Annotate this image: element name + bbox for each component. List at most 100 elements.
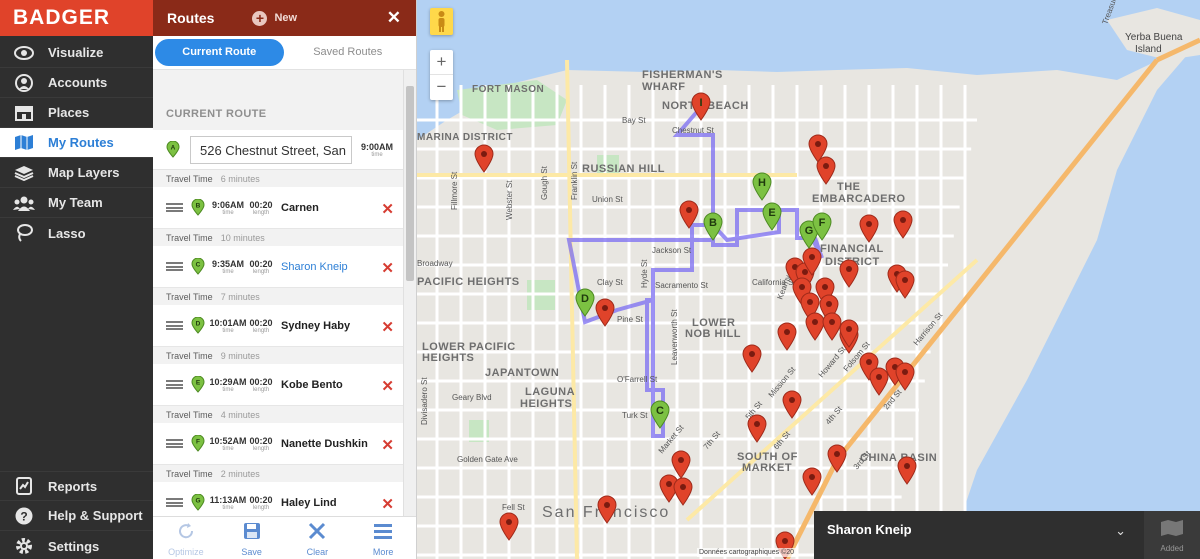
menu-icon (374, 524, 393, 539)
drag-handle-icon[interactable] (166, 203, 183, 212)
zoom-out-button[interactable]: − (430, 75, 453, 100)
nav-item-settings[interactable]: Settings (0, 531, 153, 559)
route-list[interactable]: CURRENT ROUTE A 526 Chestnut Street, San… (153, 70, 404, 516)
stop-length: 00:20 length (247, 436, 275, 452)
map-label: MARKET (742, 462, 792, 474)
map-label: Golden Gate Ave (457, 455, 518, 464)
remove-stop-icon[interactable]: ✕ (381, 436, 394, 454)
routes-panel: Routes + New ✕ Current Route Saved Route… (153, 0, 417, 559)
save-label: Save (241, 547, 262, 557)
nav-item-visualize[interactable]: Visualize (0, 38, 153, 68)
svg-text:?: ? (20, 509, 27, 523)
nav-item-map-layers[interactable]: Map Layers (0, 158, 153, 188)
nav-item-accounts[interactable]: Accounts (0, 68, 153, 98)
street-view-pegman[interactable] (430, 8, 453, 35)
stop-name: Nanette Dushkin (281, 437, 368, 450)
more-label: More (372, 547, 394, 557)
nav-item-lasso[interactable]: Lasso (0, 218, 153, 248)
nav-item-my-routes[interactable]: My Routes (0, 128, 153, 158)
drag-handle-icon[interactable] (166, 498, 183, 507)
map-label: Chestnut St (672, 126, 715, 135)
map-label: Geary Blvd (452, 393, 492, 402)
route-stop-row[interactable]: F 10:52AM time 00:20 length Nanette Dushkin ✕ (153, 423, 404, 465)
svg-text:B: B (709, 217, 717, 229)
route-tabs: Current Route Saved Routes (153, 36, 416, 70)
start-time: 9:00AM time (361, 142, 393, 158)
more-button[interactable]: More (350, 517, 416, 559)
panel-title: Routes (167, 10, 215, 26)
svg-text:B: B (196, 203, 201, 210)
stop-marker-icon: C (191, 258, 205, 275)
stop-name: Kobe Bento (281, 378, 343, 391)
drag-handle-icon[interactable] (166, 439, 183, 448)
svg-text:E: E (196, 380, 201, 387)
drag-handle-icon[interactable] (166, 262, 183, 271)
stop-length-sub: length (252, 327, 270, 334)
nav-label: Places (48, 105, 90, 120)
zoom-control: + − (430, 50, 453, 100)
optimize-button[interactable]: Optimize (153, 517, 219, 559)
travel-time-value: 6 minutes (220, 174, 260, 184)
stop-length-sub: length (252, 445, 270, 452)
route-stop-row[interactable]: E 10:29AM time 00:20 length Kobe Bento ✕ (153, 364, 404, 406)
map-label: WHARF (642, 81, 685, 93)
map-label: Pine St (617, 315, 644, 324)
remove-stop-icon[interactable]: ✕ (381, 495, 394, 513)
nav-item-reports[interactable]: Reports (0, 471, 153, 501)
tab-current-route[interactable]: Current Route (155, 39, 284, 66)
nav-item-places[interactable]: Places (0, 98, 153, 128)
route-stop-row[interactable]: G 11:13AM time 00:20 length Haley Lind ✕ (153, 482, 404, 516)
svg-text:F: F (819, 217, 826, 229)
stop-marker-icon: E (191, 376, 205, 393)
user-circle-icon (13, 73, 35, 92)
stop-length-sub: length (252, 209, 270, 216)
help-icon: ? (13, 507, 35, 525)
stop-length-sub: length (252, 504, 270, 511)
map-label: Sacramento St (655, 281, 709, 290)
route-stop-row[interactable]: D 10:01AM time 00:20 length Sydney Haby ✕ (153, 305, 404, 347)
selected-stop-bar[interactable]: Sharon Kneip ⌄ (814, 511, 1144, 559)
remove-stop-icon[interactable]: ✕ (381, 318, 394, 336)
map-canvas[interactable]: FISHERMAN'SWHARFFORT MASONNORTH BEACHMAR… (417, 0, 1200, 559)
eye-icon (13, 44, 35, 62)
svg-text:E: E (768, 207, 775, 219)
clear-button[interactable]: Clear (285, 517, 351, 559)
map-label: Divisadero St (420, 377, 429, 425)
map-label: Bay St (622, 116, 646, 125)
stop-name[interactable]: Sharon Kneip (281, 261, 348, 273)
stop-length: 00:20 length (247, 495, 275, 511)
lasso-icon (13, 224, 35, 242)
map-label: Island (1135, 44, 1162, 55)
remove-stop-icon[interactable]: ✕ (381, 377, 394, 395)
route-stop-row[interactable]: C 9:35AM time 00:20 length Sharon Kneip ✕ (153, 246, 404, 288)
stop-length: 00:20 length (247, 200, 275, 216)
chevron-down-icon[interactable]: ⌄ (1115, 523, 1126, 539)
map-label: FINANCIAL (820, 243, 884, 255)
map-label: HEIGHTS (422, 352, 474, 364)
nav-item-my-team[interactable]: My Team (0, 188, 153, 218)
nav-item-help-support[interactable]: ? Help & Support (0, 501, 153, 531)
marker-a-icon: A (166, 141, 180, 158)
added-indicator[interactable]: Added (1144, 511, 1200, 559)
badger-logo[interactable]: BADGER (0, 0, 153, 36)
stop-time: 10:29AM time (209, 377, 247, 393)
remove-stop-icon[interactable]: ✕ (381, 259, 394, 277)
drag-handle-icon[interactable] (166, 380, 183, 389)
new-route-button[interactable]: + New (252, 10, 297, 26)
stop-marker-icon: B (191, 199, 205, 216)
save-button[interactable]: Save (219, 517, 285, 559)
stop-marker-icon: G (191, 494, 205, 511)
map-label: PACIFIC HEIGHTS (417, 276, 520, 288)
stop-name: Sydney Haby (281, 319, 351, 332)
route-stop-row[interactable]: B 9:06AM time 00:20 length Carnen ✕ (153, 187, 404, 229)
map-view[interactable]: FISHERMAN'S WHARF FORT MASON NORTH BEACH MAR… (417, 0, 1200, 559)
scrollbar-thumb[interactable] (406, 86, 414, 281)
route-list-scrollbar[interactable] (403, 70, 416, 516)
remove-stop-icon[interactable]: ✕ (381, 200, 394, 218)
optimize-label: Optimize (168, 547, 204, 557)
drag-handle-icon[interactable] (166, 321, 183, 330)
zoom-in-button[interactable]: + (430, 50, 453, 75)
tab-saved-routes[interactable]: Saved Routes (284, 39, 413, 66)
start-address-input[interactable]: 526 Chestnut Street, San (190, 135, 352, 164)
close-icon[interactable]: ✕ (387, 8, 401, 28)
